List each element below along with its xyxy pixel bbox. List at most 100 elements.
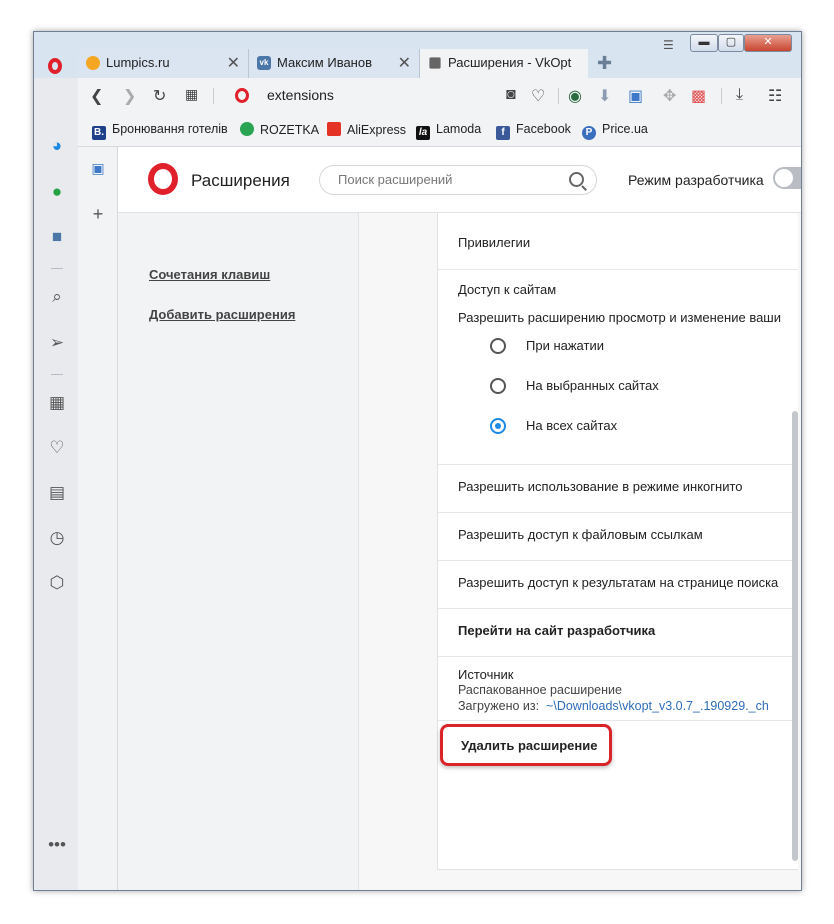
booking-icon: B. [92, 126, 106, 140]
bookmark-label: Lamoda [436, 122, 482, 136]
whatsapp-icon[interactable]: ● [46, 181, 68, 203]
tab-vk[interactable]: vk Максим Иванов ✕ [249, 49, 420, 78]
radio-label[interactable]: На всех сайтах [526, 418, 617, 433]
bookmark-label: Бронювання готелів [112, 122, 228, 136]
browser-window: Lumpics.ru ✕ vk Максим Иванов ✕ Расширен… [33, 31, 802, 891]
tab-bar: Lumpics.ru ✕ vk Максим Иванов ✕ Расширен… [34, 32, 801, 78]
cube-favicon-icon [429, 57, 441, 69]
radio-selected-sites[interactable] [490, 378, 506, 394]
tab-lumpics[interactable]: Lumpics.ru ✕ [78, 49, 249, 78]
downloads-icon[interactable]: ⤓ [736, 86, 743, 104]
close-icon[interactable]: ✕ [398, 53, 411, 73]
vk-favicon-icon: vk [257, 56, 271, 70]
extension-search-box[interactable] [319, 165, 597, 195]
address-field[interactable]: extensions [267, 87, 334, 103]
source-type: Распакованное расширение [458, 683, 622, 697]
privileges-row: Привилегии [438, 213, 798, 270]
remove-extension-button[interactable]: Удалить расширение [440, 724, 612, 766]
divider [558, 88, 559, 104]
puzzle-icon[interactable]: ✥ [663, 86, 676, 106]
vertical-scrollbar[interactable] [790, 213, 800, 890]
keyboard-shortcuts-link[interactable]: Сочетания клавиш [149, 267, 270, 282]
search-results-label: Разрешить доступ к результатам на страни… [458, 575, 779, 590]
easy-setup-icon[interactable]: ☷ [768, 86, 782, 106]
translate-extension-icon[interactable]: ▣ [87, 157, 109, 179]
extensions-page: Расширения Режим разработчика Сочетания … [118, 147, 801, 890]
bookmark-label: Facebook [516, 122, 571, 136]
extensions-cube-icon[interactable]: ⬡ [46, 572, 68, 594]
radio-on-click[interactable] [490, 338, 506, 354]
divider [721, 88, 722, 104]
tab-label: Lumpics.ru [106, 55, 170, 70]
heart-icon[interactable]: ♡ [46, 437, 68, 459]
aliexpress-icon [327, 122, 341, 136]
bookmark-label: Price.ua [602, 122, 648, 136]
new-tab-plus-icon[interactable]: ✚ [597, 53, 612, 74]
vk-icon[interactable]: ■ [46, 226, 68, 248]
add-extensions-link[interactable]: Добавить расширения [149, 307, 295, 322]
bookmark-facebook[interactable]: f Facebook [496, 122, 571, 140]
source-title: Источник [458, 667, 514, 682]
history-clock-icon[interactable]: ◷ [46, 527, 68, 549]
radio-label[interactable]: При нажатии [526, 338, 604, 353]
minimize-button[interactable]: ▬ [690, 34, 718, 52]
close-window-button[interactable]: ✕ [744, 34, 792, 52]
speed-dial-icon[interactable]: ▦ [46, 392, 68, 414]
search-icon[interactable] [569, 172, 584, 187]
maximize-button[interactable]: ▢ [718, 34, 744, 52]
more-icon[interactable]: ••• [46, 834, 68, 856]
dev-mode-toggle[interactable] [773, 167, 801, 189]
sg-extension-icon[interactable]: ◉ [568, 86, 582, 106]
incognito-row[interactable]: Разрешить использование в режиме инкогни… [438, 465, 798, 513]
tab-label: Максим Иванов [277, 55, 372, 70]
camera-icon[interactable]: ◙ [506, 86, 516, 104]
translate-icon[interactable]: ▣ [628, 86, 643, 106]
back-icon[interactable]: ❮ [90, 86, 103, 106]
bookmark-lamoda[interactable]: la Lamoda [416, 122, 481, 140]
search-results-row[interactable]: Разрешить доступ к результатам на страни… [438, 561, 798, 609]
add-panel-plus-icon[interactable]: + [87, 203, 109, 225]
news-icon[interactable]: ▤ [46, 482, 68, 504]
site-access-section: Доступ к сайтам Разрешить расширению про… [438, 270, 798, 465]
heart-icon[interactable]: ♡ [531, 86, 545, 106]
opera-menu-icon[interactable] [48, 58, 62, 74]
close-icon[interactable]: ✕ [227, 53, 240, 73]
forward-icon[interactable]: ❯ [123, 86, 136, 106]
vkopt-extension-icon[interactable]: ▩ [691, 86, 706, 106]
messenger-icon[interactable]: ◕ [46, 135, 68, 157]
rozetka-icon [240, 122, 254, 136]
bookmark-priceua[interactable]: P Price.ua [582, 122, 648, 140]
bookmark-label: AliExpress [347, 123, 407, 137]
incognito-label: Разрешить использование в режиме инкогни… [458, 479, 743, 494]
bookmark-aliexpress[interactable]: AliExpress [327, 122, 406, 137]
tab-menu-icon[interactable]: ☰ [663, 38, 674, 52]
search-input[interactable] [336, 171, 560, 188]
opera-page-icon [235, 88, 249, 103]
speed-dial-icon[interactable]: ▦ [185, 86, 198, 103]
radio-label[interactable]: На выбранных сайтах [526, 378, 659, 393]
download-arrow-icon[interactable]: ⬇ [598, 86, 611, 106]
developer-site-row[interactable]: Перейти на сайт разработчика [438, 609, 798, 657]
page-title: Расширения [191, 171, 290, 190]
loaded-from-path-link[interactable]: ~\Downloads\vkopt_v3.0.7_.190929._ch [546, 699, 769, 713]
remove-extension-label: Удалить расширение [461, 738, 598, 753]
tab-extensions[interactable]: Расширения - VkOpt [420, 49, 588, 78]
loaded-from-label: Загружено из: [458, 699, 540, 713]
bookmark-rozetka[interactable]: ROZETKA [240, 122, 319, 137]
send-icon[interactable]: ➢ [46, 332, 68, 354]
reload-icon[interactable]: ↻ [153, 86, 166, 106]
page-header: Расширения Режим разработчика [118, 147, 801, 213]
bookmark-booking[interactable]: B. Бронювання готелів [92, 122, 228, 140]
divider [213, 88, 214, 104]
file-urls-label: Разрешить доступ к файловым ссылкам [458, 527, 703, 542]
vertical-scroll-thumb[interactable] [792, 411, 798, 861]
radio-all-sites[interactable] [490, 418, 506, 434]
search-icon[interactable]: ⌕ [46, 286, 68, 308]
site-access-title: Доступ к сайтам [458, 282, 557, 297]
opera-sidebar: ◕ ● ■ ⌕ ➢ ▦ ♡ ▤ ◷ ⬡ ••• [34, 78, 78, 890]
file-urls-row[interactable]: Разрешить доступ к файловым ссылкам [438, 513, 798, 561]
developer-site-link[interactable]: Перейти на сайт разработчика [458, 623, 655, 638]
divider [51, 268, 63, 269]
extension-details-card: Привилегии Доступ к сайтам Разрешить рас… [437, 213, 798, 870]
lumpics-favicon-icon [86, 56, 100, 70]
